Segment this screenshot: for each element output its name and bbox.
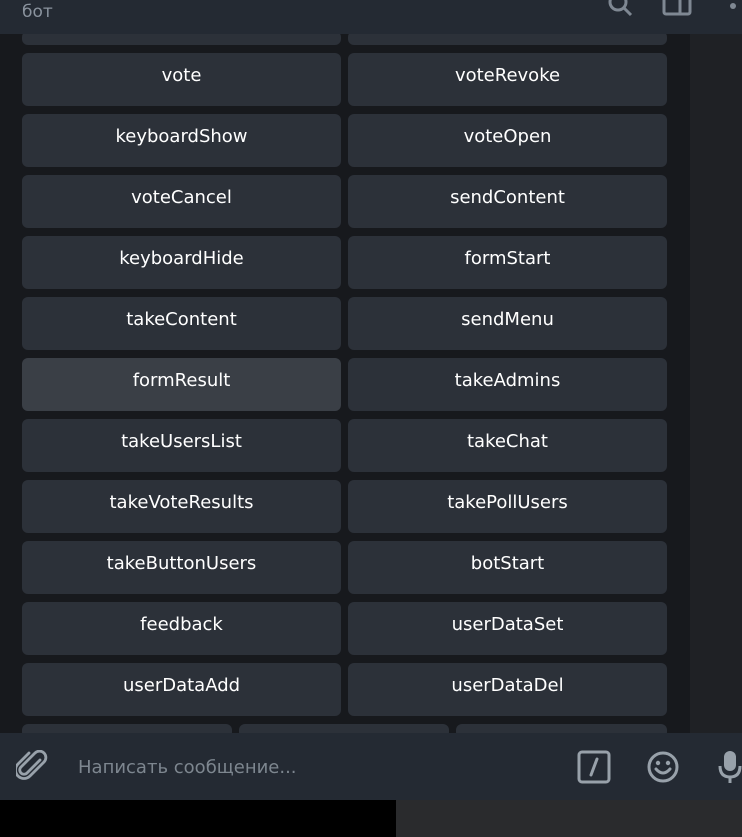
keyboard-button-userdatadel[interactable]: userDataDel [348, 663, 667, 716]
keyboard-button-userdataset[interactable]: userDataSet [348, 602, 667, 655]
message-composer [0, 733, 742, 800]
keyboard-button-takecontent[interactable]: takeContent [22, 297, 341, 350]
keyboard-button-takepollusers[interactable]: takePollUsers [348, 480, 667, 533]
keyboard-button-keyboardshow[interactable]: keyboardShow [22, 114, 341, 167]
window-background-gray [396, 800, 742, 837]
more-vertical-icon[interactable] [728, 0, 738, 22]
search-icon[interactable] [606, 0, 634, 22]
emoji-icon[interactable] [646, 750, 680, 788]
keyboard-button-partial[interactable] [348, 34, 667, 45]
keyboard-button-keyboardhide[interactable]: keyboardHide [22, 236, 341, 289]
keyboard-button-feedback[interactable]: feedback [22, 602, 341, 655]
right-panel-edge [690, 34, 742, 733]
bot-commands-icon[interactable] [577, 750, 611, 788]
keyboard-button-partial[interactable] [239, 724, 449, 733]
keyboard-button-voteopen[interactable]: voteOpen [348, 114, 667, 167]
chat-header: бот [0, 0, 742, 34]
keyboard-button-takechat[interactable]: takeChat [348, 419, 667, 472]
keyboard-button-partial[interactable] [456, 724, 667, 733]
chat-area: vote voteRevoke keyboardShow voteOpen vo… [0, 34, 742, 733]
microphone-icon[interactable] [718, 749, 742, 789]
keyboard-button-votecancel[interactable]: voteCancel [22, 175, 341, 228]
keyboard-button-takeadmins[interactable]: takeAdmins [348, 358, 667, 411]
keyboard-button-botstart[interactable]: botStart [348, 541, 667, 594]
keyboard-button-vote[interactable]: vote [22, 53, 341, 106]
keyboard-button-takeuserslist[interactable]: takeUsersList [22, 419, 341, 472]
keyboard-button-takebuttonusers[interactable]: takeButtonUsers [22, 541, 341, 594]
keyboard-button-partial[interactable] [22, 34, 341, 45]
window-background-dark [0, 800, 396, 837]
keyboard-button-voterevoke[interactable]: voteRevoke [348, 53, 667, 106]
attach-icon[interactable] [14, 749, 48, 788]
keyboard-button-formstart[interactable]: formStart [348, 236, 667, 289]
message-input[interactable] [76, 752, 550, 782]
keyboard-button-userdataadd[interactable]: userDataAdd [22, 663, 341, 716]
keyboard-button-takevoteresults[interactable]: takeVoteResults [22, 480, 341, 533]
columns-icon[interactable] [662, 0, 692, 22]
keyboard-button-partial[interactable] [22, 724, 232, 733]
keyboard-button-formresult[interactable]: formResult [22, 358, 341, 411]
chat-subtitle: бот [22, 2, 53, 22]
keyboard-button-sendcontent[interactable]: sendContent [348, 175, 667, 228]
keyboard-button-sendmenu[interactable]: sendMenu [348, 297, 667, 350]
